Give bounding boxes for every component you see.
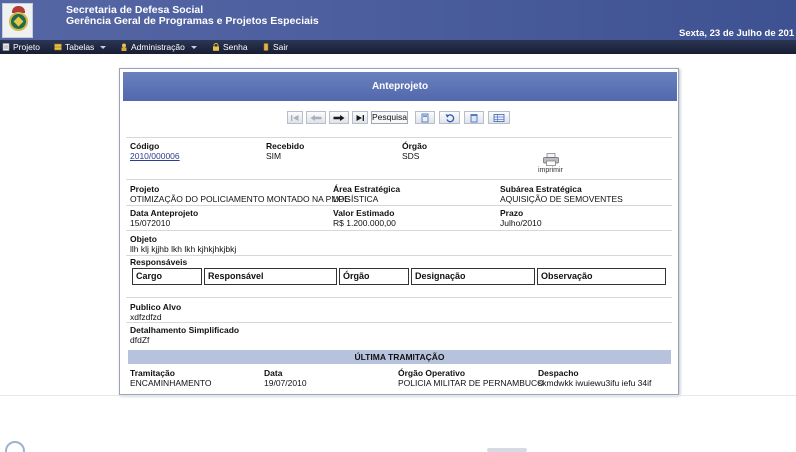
separator: [126, 255, 672, 256]
next-record-button[interactable]: [329, 111, 349, 124]
exit-icon: [263, 43, 269, 51]
orgao-operativo-value: POLICIA MILITAR DE PERNAMBUCO: [398, 378, 544, 388]
panel-title: Anteprojeto: [123, 72, 677, 101]
projeto-label: Projeto: [130, 184, 160, 194]
undo-icon: [445, 113, 454, 122]
separator: [126, 230, 672, 231]
list-view-button[interactable]: [488, 111, 510, 124]
menu-item-tabelas[interactable]: Tabelas: [54, 41, 107, 53]
subarea-label: Subárea Estratégica: [500, 184, 582, 194]
previous-record-button[interactable]: [306, 111, 326, 124]
menu-label: Projeto: [13, 42, 40, 52]
menu-item-senha[interactable]: Senha: [212, 41, 248, 53]
app-header: Secretaria de Defesa Social Gerência Ger…: [0, 0, 796, 40]
col-orgao: Órgão: [339, 268, 409, 285]
header-date: Sexta, 23 de Julho de 201: [679, 28, 795, 39]
objeto-label: Objeto: [130, 234, 157, 244]
main-menu-bar: Projeto Tabelas Administração Senha Sair: [0, 40, 796, 54]
footer-logo-icon: [5, 441, 25, 452]
footer-divider: [0, 395, 796, 396]
new-document-icon: [421, 113, 429, 122]
grid-icon: [493, 113, 505, 122]
tramitacao-label: Tramitação: [130, 368, 175, 378]
col-responsavel: Responsável: [204, 268, 337, 285]
tramitacao-data-label: Data: [264, 368, 283, 378]
prazo-label: Prazo: [500, 208, 524, 218]
detalhamento-value: dfdZf: [130, 335, 150, 345]
separator: [126, 205, 672, 206]
admin-icon: [121, 43, 127, 51]
responsaveis-table: Cargo Responsável Órgão Designação Obser…: [132, 268, 666, 285]
col-observacao: Observação: [537, 268, 666, 285]
col-designacao: Designação: [411, 268, 535, 285]
tramitacao-data-value: 19/07/2010: [264, 378, 307, 388]
col-cargo: Cargo: [132, 268, 202, 285]
subarea-value: AQUISIÇÃO DE SEMOVENTES: [500, 194, 623, 204]
search-button[interactable]: Pesquisa: [371, 111, 408, 124]
arrow-right-icon: [333, 114, 345, 121]
first-record-button[interactable]: [287, 111, 303, 124]
tramitacao-value: ENCAMINHAMENTO: [130, 378, 212, 388]
separator: [126, 179, 672, 180]
codigo-label: Código: [130, 141, 160, 151]
printer-icon[interactable]: [543, 153, 559, 166]
codigo-link[interactable]: 2010/000006: [130, 151, 180, 161]
menu-label: Tabelas: [65, 42, 95, 52]
valor-value: R$ 1.200.000,00: [333, 218, 396, 228]
footer-decoration: [487, 448, 527, 452]
detalhamento-label: Detalhamento Simplificado: [130, 325, 240, 335]
separator: [126, 137, 672, 138]
menu-label: Administração: [131, 42, 185, 52]
valor-label: Valor Estimado: [333, 208, 395, 218]
ultima-tramitacao-heading: ÚLTIMA TRAMITAÇÃO: [128, 350, 671, 364]
anteprojeto-panel: Anteprojeto Pesquisa Código 2010/000006 …: [119, 68, 679, 395]
publico-label: Publico Alvo: [130, 302, 182, 312]
last-record-button[interactable]: [352, 111, 368, 124]
menu-label: Senha: [223, 42, 248, 52]
publico-value: xdfzdfzd: [130, 312, 162, 322]
responsaveis-label: Responsáveis: [130, 257, 188, 267]
despacho-label: Despacho: [538, 368, 579, 378]
separator: [126, 322, 672, 323]
menu-item-sair[interactable]: Sair: [262, 41, 288, 53]
projeto-value: OTIMIZAÇÃO DO POLICIAMENTO MONTADO NA PM…: [130, 194, 350, 204]
first-icon: [291, 114, 299, 121]
chevron-down-icon: [100, 46, 107, 49]
header-subtitle: Gerência Geral de Programas e Projetos E…: [66, 15, 319, 27]
despacho-value: skmdwkk iwuiewu3ifu iefu 34if: [538, 378, 652, 388]
delete-button[interactable]: [464, 111, 484, 124]
data-label: Data Anteprojeto: [130, 208, 199, 218]
objeto-value: llh klj kjjhb lkh lkh kjhkjhkjbkj: [130, 244, 237, 254]
orgao-operativo-label: Órgão Operativo: [398, 368, 466, 378]
prazo-value: Julho/2010: [500, 218, 542, 228]
orgao-value: SDS: [402, 151, 420, 161]
undo-button[interactable]: [439, 111, 460, 124]
print-label[interactable]: imprimir: [538, 167, 563, 174]
arrow-left-icon: [310, 114, 322, 121]
table-icon: [54, 43, 62, 51]
menu-label: Sair: [273, 42, 289, 52]
last-icon: [356, 114, 364, 121]
state-crest-logo: [2, 3, 33, 38]
recebido-value: SIM: [266, 151, 282, 161]
new-record-button[interactable]: [415, 111, 435, 124]
lock-icon: [213, 43, 219, 51]
orgao-label: Órgão: [402, 141, 428, 151]
recebido-label: Recebido: [266, 141, 305, 151]
data-value: 15/072010: [130, 218, 171, 228]
menu-item-projeto[interactable]: Projeto: [2, 41, 40, 53]
area-value: LOGÍSTICA: [333, 194, 379, 204]
menu-item-administracao[interactable]: Administração: [120, 41, 197, 53]
separator: [126, 297, 672, 298]
chevron-down-icon: [190, 46, 197, 49]
document-icon: [2, 43, 10, 51]
trash-icon: [470, 113, 478, 122]
area-label: Área Estratégica: [333, 184, 401, 194]
